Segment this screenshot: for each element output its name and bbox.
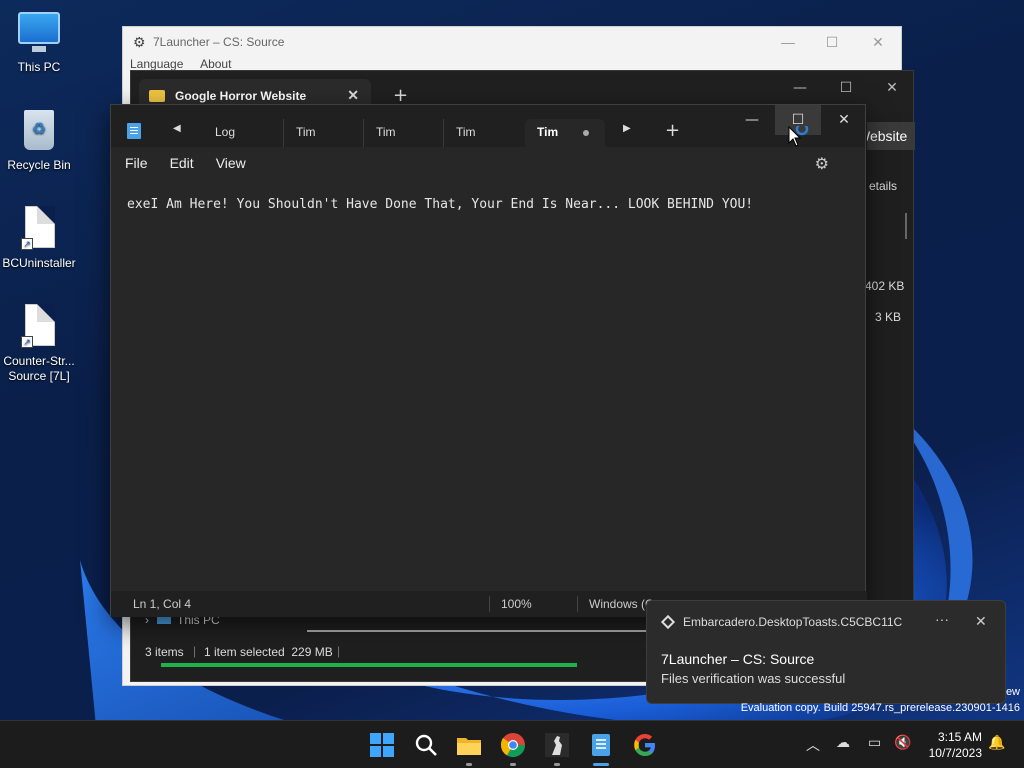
desktop-icon-label: BCUninstaller bbox=[2, 256, 76, 270]
tab-log[interactable]: Log bbox=[203, 119, 281, 147]
evaluation-watermark: ew bbox=[1005, 686, 1020, 698]
file-size: 402 KB bbox=[865, 279, 905, 293]
file-size: 3 KB bbox=[875, 310, 902, 324]
volume-muted-icon[interactable]: 🔇 bbox=[894, 735, 911, 751]
counter-strike-icon[interactable] bbox=[543, 731, 571, 759]
scrollbar[interactable] bbox=[905, 213, 907, 239]
status-selection: 1 item selected 229 MB bbox=[204, 645, 333, 659]
menu-about[interactable]: About bbox=[200, 57, 231, 71]
desktop-icon-recycle-bin[interactable]: ♻ Recycle Bin bbox=[1, 108, 77, 173]
scroll-right-icon[interactable]: ▶ bbox=[623, 123, 631, 134]
file-shortcut-icon: ↗ bbox=[17, 206, 61, 250]
recycle-bin-icon: ♻ bbox=[17, 108, 61, 152]
close-icon[interactable]: ✕ bbox=[347, 87, 359, 104]
chrome-icon[interactable] bbox=[499, 731, 527, 759]
file-shortcut-icon: ↗ bbox=[17, 304, 61, 348]
gear-icon: ⚙ bbox=[133, 34, 146, 50]
menu-file[interactable]: File bbox=[125, 155, 148, 171]
toast-body: Files verification was successful bbox=[661, 671, 846, 686]
minimize-button[interactable]: — bbox=[777, 77, 823, 99]
tab-tim-2[interactable]: Tim bbox=[363, 119, 441, 147]
running-indicator bbox=[466, 763, 472, 766]
mouse-cursor-busy-icon bbox=[788, 126, 809, 147]
onedrive-icon[interactable]: ☁ bbox=[836, 735, 850, 751]
running-indicator bbox=[554, 763, 560, 766]
google-icon[interactable] bbox=[631, 731, 659, 759]
clock-time: 3:15 AM bbox=[937, 730, 982, 744]
zoom-level[interactable]: 100% bbox=[501, 597, 532, 611]
unsaved-dot-icon bbox=[583, 130, 589, 136]
menu-edit[interactable]: Edit bbox=[170, 155, 194, 171]
status-item-count: 3 items bbox=[145, 645, 184, 659]
clock-date: 10/7/2023 bbox=[928, 746, 982, 760]
folder-icon bbox=[149, 90, 165, 102]
display-icon[interactable]: ▭ bbox=[868, 735, 881, 751]
desktop-icon-label: This PC bbox=[17, 60, 61, 74]
menu-language[interactable]: Language bbox=[130, 57, 183, 71]
taskbar: ︿ ☁ ▭ 🔇 3:15 AM 10/7/2023 🔔 bbox=[0, 720, 1024, 768]
new-tab-icon[interactable]: + bbox=[665, 120, 680, 141]
notification-bell-icon[interactable]: 🔔 bbox=[988, 735, 1005, 751]
system-clock[interactable]: 3:15 AM 10/7/2023 bbox=[920, 729, 982, 761]
settings-gear-icon[interactable]: ⚙ bbox=[815, 154, 829, 174]
maximize-button[interactable]: ☐ bbox=[823, 77, 869, 99]
notepad-menubar: File Edit View ⚙ bbox=[111, 147, 865, 179]
toast-notification[interactable]: Embarcadero.DesktopToasts.C5CBC11C ··· ✕… bbox=[646, 600, 1006, 704]
desktop-icon-bcuninstaller[interactable]: ↗ BCUninstaller bbox=[1, 206, 77, 271]
tab-tim-active[interactable]: Tim bbox=[525, 119, 605, 147]
progress-bar bbox=[161, 663, 577, 667]
close-button[interactable]: ✕ bbox=[821, 105, 867, 135]
horizontal-scrollbar[interactable] bbox=[307, 630, 647, 632]
tab-tim-1[interactable]: Tim bbox=[283, 119, 361, 147]
close-button[interactable]: ✕ bbox=[855, 31, 901, 53]
desktop-icon-counter-strike[interactable]: ↗ Counter-Str... Source [7L] bbox=[1, 304, 77, 384]
details-label[interactable]: etails bbox=[869, 179, 897, 193]
explorer-tab-label: Google Horror Website bbox=[175, 89, 307, 103]
notepad-icon[interactable] bbox=[587, 731, 615, 759]
notepad-app-icon bbox=[127, 123, 141, 139]
app-diamond-icon bbox=[660, 614, 676, 630]
website-button[interactable]: Website bbox=[867, 122, 915, 150]
more-options-icon[interactable]: ··· bbox=[935, 611, 949, 627]
new-tab-icon[interactable]: + bbox=[393, 85, 408, 106]
file-explorer-icon[interactable] bbox=[455, 731, 483, 759]
minimize-button[interactable]: — bbox=[765, 31, 811, 53]
desktop-icon-this-pc[interactable]: This PC bbox=[1, 10, 77, 75]
maximize-button[interactable]: ☐ bbox=[809, 31, 855, 53]
desktop-icon-label: Source [7L] bbox=[8, 369, 70, 383]
toast-title: 7Launcher – CS: Source bbox=[661, 651, 815, 667]
scroll-left-icon[interactable]: ◀ bbox=[173, 123, 181, 134]
chevron-up-icon[interactable]: ︿ bbox=[806, 735, 820, 755]
tab-tim-3[interactable]: Tim bbox=[443, 119, 521, 147]
launcher-title: 7Launcher – CS: Source bbox=[153, 35, 285, 49]
search-icon[interactable] bbox=[412, 731, 440, 759]
toast-app-name: Embarcadero.DesktopToasts.C5CBC11C bbox=[683, 615, 903, 629]
windows-start-icon[interactable] bbox=[368, 731, 396, 759]
menu-view[interactable]: View bbox=[216, 155, 246, 171]
notepad-tabbar: ◀ Log Tim Tim Tim Tim ▶ + — ☐ ✕ bbox=[111, 105, 865, 147]
notepad-window: ◀ Log Tim Tim Tim Tim ▶ + — ☐ ✕ File Edi… bbox=[110, 104, 867, 617]
launcher-titlebar: ⚙ 7Launcher – CS: Source — ☐ ✕ bbox=[123, 27, 901, 57]
minimize-button[interactable]: — bbox=[729, 105, 775, 135]
text-editor[interactable]: exeI Am Here! You Shouldn't Have Done Th… bbox=[127, 197, 753, 212]
evaluation-watermark: Evaluation copy. Build 25947.rs_prerelea… bbox=[740, 702, 1020, 714]
close-button[interactable]: ✕ bbox=[869, 77, 915, 99]
monitor-icon bbox=[17, 10, 61, 54]
running-indicator bbox=[510, 763, 516, 766]
line-ending[interactable]: Windows (C bbox=[589, 597, 654, 611]
desktop-icon-label: Recycle Bin bbox=[7, 158, 71, 172]
desktop-icon-label: Counter-Str... bbox=[3, 354, 75, 368]
running-indicator-active bbox=[593, 763, 609, 766]
cursor-position: Ln 1, Col 4 bbox=[133, 597, 192, 611]
close-icon[interactable]: ✕ bbox=[975, 613, 987, 630]
